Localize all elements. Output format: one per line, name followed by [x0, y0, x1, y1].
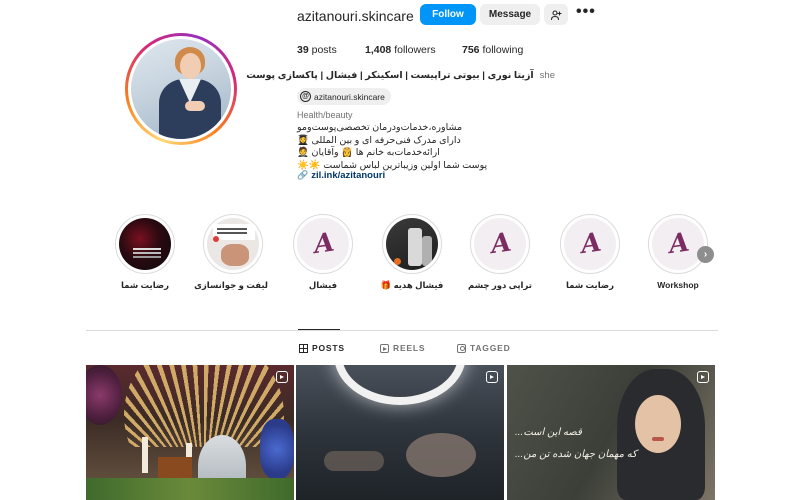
profile-bio: مشاوره،خدمات‌ودرمان تخصصی‌پوست‌ومو دارای…: [297, 122, 497, 172]
suggest-accounts-button[interactable]: [544, 4, 568, 25]
threads-icon: @: [300, 91, 311, 102]
link-icon: 🔗: [297, 170, 309, 180]
highlight-gift-facial[interactable]: فیشال هدیه 🎁: [377, 214, 447, 291]
highlight-cover: A: [297, 218, 349, 270]
tab-tagged[interactable]: TAGGED: [457, 343, 511, 353]
name-row: آزیتا نوری | بیوتی تراپیست | اسکینکر | ف…: [246, 70, 555, 81]
followers-count[interactable]: 1,408 followers: [365, 44, 436, 56]
following-count[interactable]: 756 following: [462, 44, 523, 56]
highlight-cover: [386, 218, 438, 270]
message-button[interactable]: Message: [480, 4, 540, 25]
active-tab-indicator: [298, 329, 340, 330]
avatar-photo: [131, 39, 231, 139]
profile-link[interactable]: 🔗 zil.ink/azitanouri: [297, 170, 385, 181]
highlight-cover: [207, 218, 259, 270]
reel-icon: [486, 371, 498, 383]
highlight-label: تراپی دور چشم: [468, 280, 532, 290]
bio-line: دارای مدرک فنی‌حرفه ای و بین المللی 👩‍🎓: [297, 134, 461, 146]
reel-icon: [276, 371, 288, 383]
chevron-right-icon[interactable]: ›: [697, 246, 714, 263]
highlight-eye-therapy[interactable]: A تراپی دور چشم: [465, 214, 535, 291]
post-overlay-text: که مهمان جهان شده تن من...: [515, 449, 637, 460]
profile-full-name: آزیتا نوری | بیوتی تراپیست | اسکینکر | ف…: [246, 70, 534, 81]
follow-button[interactable]: Follow: [420, 4, 476, 25]
highlight-cover: A: [474, 218, 526, 270]
tab-reels[interactable]: REELS: [380, 343, 425, 353]
highlight-label: رضایت شما: [565, 280, 615, 290]
highlight-label: لیفت و جوانسازی: [194, 280, 268, 290]
post-overlay-text: قصه این است...: [515, 427, 582, 438]
posts-count: 39 posts: [297, 44, 337, 56]
threads-handle: azitanouri.skincare: [314, 91, 385, 102]
post-thumbnail[interactable]: قصه این است... که مهمان جهان شده تن من..…: [507, 365, 715, 500]
reels-icon: [380, 343, 389, 353]
tabs-divider: [86, 330, 718, 331]
highlight-satisfaction-2[interactable]: رضایت شما: [110, 214, 180, 291]
highlight-label: Workshop: [657, 280, 699, 290]
highlight-cover: A: [564, 218, 616, 270]
post-thumbnail[interactable]: [86, 365, 294, 500]
profile-avatar[interactable]: [125, 33, 237, 145]
add-user-icon: [550, 9, 562, 20]
profile-category: Health/beauty: [297, 110, 353, 120]
highlight-facial[interactable]: A فیشال: [288, 214, 358, 291]
reel-icon: [697, 371, 709, 383]
tagged-icon: [457, 343, 466, 353]
highlight-cover: A: [652, 218, 704, 270]
threads-badge[interactable]: @ azitanouri.skincare: [297, 88, 391, 105]
highlight-label: فیشال هدیه 🎁: [380, 280, 444, 290]
post-thumbnail[interactable]: [296, 365, 504, 500]
more-options-icon[interactable]: •••: [576, 4, 595, 21]
highlight-lift[interactable]: لیفت و جوانسازی: [194, 214, 268, 291]
highlight-cover: [119, 218, 171, 270]
tab-posts[interactable]: POSTS: [299, 343, 345, 353]
bio-line: ارائه‌خدمات‌به خانم ها 👸 وآقایان 🤵: [297, 147, 440, 158]
highlight-label: فیشال: [308, 280, 338, 290]
profile-link-text: zil.ink/azitanouri: [311, 170, 386, 181]
profile-pronoun: she: [539, 70, 555, 81]
profile-username: azitanouri.skincare: [297, 8, 414, 24]
bio-line: مشاوره،خدمات‌ودرمان تخصصی‌پوست‌ومو: [297, 122, 463, 133]
grid-icon: [299, 343, 308, 353]
highlight-label: رضایت شما: [120, 280, 170, 290]
highlight-satisfaction[interactable]: A رضایت شما: [555, 214, 625, 291]
